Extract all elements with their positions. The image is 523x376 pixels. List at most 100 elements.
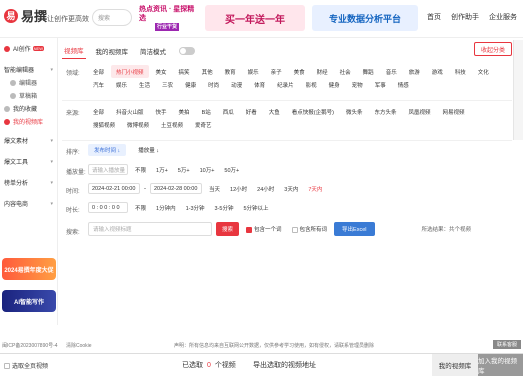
domain-chip[interactable]: 健康 [180, 78, 201, 91]
sidebar-item-ai[interactable]: AI创作 NEW [0, 42, 57, 55]
source-chip[interactable]: 微博视频 [122, 118, 154, 131]
source-chip[interactable]: 抖音火山版 [111, 105, 149, 118]
domain-chip[interactable]: 时尚 [203, 78, 224, 91]
source-chip[interactable]: 搜狐视频 [88, 118, 120, 131]
end-date-input[interactable]: 2024-02-28 00:00 [150, 183, 202, 194]
sidebar-item-tools[interactable]: 爆文工具 ▾ [0, 155, 57, 168]
plays-option[interactable]: 5万+ [175, 166, 193, 174]
include-all-words-option[interactable]: 包含所有词 [289, 225, 331, 233]
duration-option[interactable]: 1-3分钟 [183, 204, 208, 212]
simple-mode-toggle[interactable] [179, 46, 195, 55]
domain-chip[interactable]: 旅游 [404, 65, 425, 78]
plays-option[interactable]: 不限 [132, 166, 149, 174]
domain-chip[interactable]: 纪录片 [272, 78, 299, 91]
sort-by-publish-time[interactable]: 发布时间 ↓ [88, 144, 127, 156]
domain-chip[interactable]: 三农 [157, 78, 178, 91]
source-chip[interactable]: 好看 [241, 105, 262, 118]
domain-chip[interactable]: 动漫 [226, 78, 247, 91]
duration-input[interactable]: 0 : 0 0 : 0 0 [88, 202, 128, 213]
domain-chip[interactable]: 热门小视频 [111, 65, 149, 78]
sidebar-item-editor[interactable]: 编辑器 [0, 76, 57, 89]
sidebar-item-drafts[interactable]: 草稿箱 [0, 89, 57, 102]
logo[interactable]: 易 易撰 [4, 6, 47, 25]
start-date-input[interactable]: 2024-02-21 00:00 [88, 183, 140, 194]
time-option[interactable]: 3天内 [281, 185, 301, 193]
export-excel-button[interactable]: 导出Excel [334, 222, 375, 236]
source-chip[interactable]: 西瓜 [218, 105, 239, 118]
clear-cookie-link[interactable]: 清除Cookie [66, 342, 92, 349]
right-tool-strip[interactable] [513, 40, 523, 140]
promo-sale-banner[interactable]: 2024易撰年度大促 [2, 258, 56, 280]
nav-enterprise[interactable]: 企业服务 [489, 12, 517, 22]
duration-option[interactable]: 1分钟内 [153, 204, 179, 212]
source-chip[interactable]: B站 [197, 105, 216, 118]
source-chip[interactable]: 凤凰视频 [403, 105, 435, 118]
source-chip[interactable]: 土豆视频 [156, 118, 188, 131]
plays-option[interactable]: 10万+ [197, 166, 218, 174]
time-option[interactable]: 当天 [206, 185, 223, 193]
sidebar-item-materials[interactable]: 爆文素材 ▾ [0, 134, 57, 147]
collapse-categories-button[interactable]: 收起分类 [474, 42, 512, 56]
plays-input[interactable]: 请输入播放量 [88, 164, 128, 175]
domain-chip[interactable]: 情感 [393, 78, 414, 91]
domain-chip[interactable]: 财经 [312, 65, 333, 78]
export-selected-link[interactable]: 导出选取的视频地址 [253, 360, 316, 370]
banner-promo[interactable]: 买一年送一年 [205, 5, 305, 31]
source-chip[interactable]: 美拍 [174, 105, 195, 118]
video-title-search-input[interactable]: 请输入视频标题 [88, 222, 212, 236]
domain-chip[interactable]: 搞笑 [174, 65, 195, 78]
promo-ai-writing-banner[interactable]: AI智能写作 [2, 290, 56, 312]
banner-news[interactable]: 热点资讯 · 星探精选 行业干货 [139, 5, 195, 31]
duration-option[interactable]: 3-5分钟 [212, 204, 237, 212]
domain-chip[interactable]: 科技 [450, 65, 471, 78]
domain-chip[interactable]: 音乐 [381, 65, 402, 78]
time-option[interactable]: 24小时 [254, 185, 277, 193]
domain-chip[interactable]: 生活 [134, 78, 155, 91]
nav-assistant[interactable]: 创作助手 [451, 12, 479, 22]
add-to-library-button[interactable]: 加入我的视频库 [478, 354, 523, 376]
domain-chip[interactable]: 军事 [370, 78, 391, 91]
plays-option[interactable]: 1万+ [153, 166, 171, 174]
domain-chip[interactable]: 舞蹈 [358, 65, 379, 78]
duration-option[interactable]: 5分钟以上 [240, 204, 271, 212]
icp-record[interactable]: 闽ICP备2023007890号-4 [2, 342, 58, 349]
domain-chip[interactable]: 娱乐 [243, 65, 264, 78]
sidebar-item-ecommerce[interactable]: 内容电商 ▾ [0, 197, 57, 210]
source-chip[interactable]: 网易视频 [438, 105, 470, 118]
tab-video-library[interactable]: 视频库 [62, 42, 86, 59]
domain-chip[interactable]: 其他 [197, 65, 218, 78]
domain-chip[interactable]: 娱乐 [111, 78, 132, 91]
tab-my-video-library[interactable]: 我的视频库 [94, 43, 131, 59]
search-button[interactable]: 搜索 [216, 222, 240, 236]
time-option[interactable]: 12小时 [227, 185, 250, 193]
domain-chip[interactable]: 游戏 [427, 65, 448, 78]
sidebar-item-editor-group[interactable]: 智能编辑器 ▾ [0, 63, 57, 76]
domain-chip[interactable]: 宠物 [347, 78, 368, 91]
header-search-input[interactable]: 搜索 [92, 9, 132, 26]
source-chip[interactable]: 爱奇艺 [190, 118, 217, 131]
domain-chip[interactable]: 文化 [473, 65, 494, 78]
domain-chip[interactable]: 影视 [301, 78, 322, 91]
domain-chip[interactable]: 教育 [220, 65, 241, 78]
domain-chip[interactable]: 美食 [289, 65, 310, 78]
my-video-library-button[interactable]: 我的视频库 [432, 354, 478, 376]
source-chip[interactable]: 看点快报(企鹅号) [287, 105, 339, 118]
sidebar-item-rankings[interactable]: 榜单分析 ▾ [0, 176, 57, 189]
domain-chip[interactable]: 体育 [249, 78, 270, 91]
domain-chip[interactable]: 亲子 [266, 65, 287, 78]
include-one-word-option[interactable]: 包含一个词 [243, 225, 285, 233]
source-chip[interactable]: 全部 [88, 105, 109, 118]
banner-data[interactable]: 专业数据分析平台 [312, 5, 418, 31]
domain-chip[interactable]: 美女 [151, 65, 172, 78]
nav-home[interactable]: 首页 [427, 12, 441, 22]
source-chip[interactable]: 东方头条 [369, 105, 401, 118]
sidebar-item-my-video-library[interactable]: 我的视频库 [0, 115, 57, 128]
contact-support-button[interactable]: 联系客服 [492, 340, 521, 349]
sort-by-plays[interactable]: 播放量 ↓ [132, 144, 165, 156]
domain-chip[interactable]: 全部 [88, 65, 109, 78]
domain-chip[interactable]: 健身 [324, 78, 345, 91]
source-chip[interactable]: 快手 [151, 105, 172, 118]
source-chip[interactable]: 大鱼 [264, 105, 285, 118]
source-chip[interactable]: 微头条 [341, 105, 368, 118]
domain-chip[interactable]: 社会 [335, 65, 356, 78]
